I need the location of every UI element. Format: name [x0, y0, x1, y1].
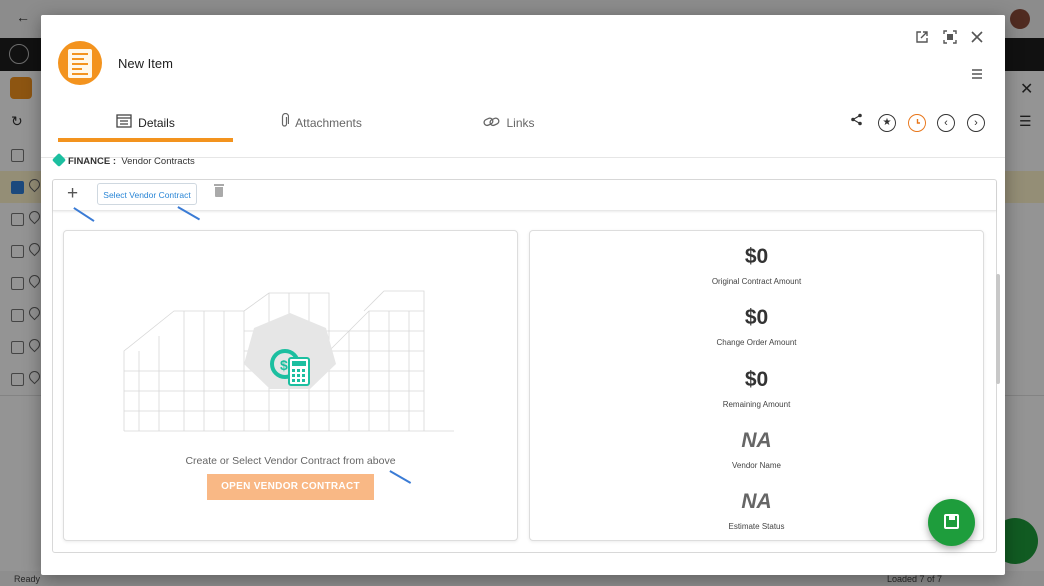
active-tab-indicator	[58, 138, 233, 142]
tab-details-label: Details	[138, 116, 175, 130]
fullscreen-icon[interactable]	[941, 30, 959, 48]
vendor-report-logo-icon	[58, 41, 102, 85]
open-vendor-contract-button[interactable]: OPEN VENDOR CONTRACT	[207, 474, 374, 500]
contract-summary-card: $0 Original Contract Amount $0 Change Or…	[529, 230, 984, 541]
modal-header: New Item	[41, 15, 1005, 101]
empty-state-card: $ Create or Select Vendor Contract from …	[63, 230, 518, 541]
tab-links[interactable]: Links	[459, 101, 559, 141]
change-order-amount-label: Change Order Amount	[716, 338, 797, 347]
save-icon	[944, 514, 959, 529]
panel-toolbar: + Select Vendor Contract	[53, 180, 996, 211]
close-icon[interactable]	[968, 30, 986, 48]
next-record-icon[interactable]: ›	[967, 114, 985, 132]
estimate-status-value: NA	[741, 490, 772, 513]
finance-icon	[51, 152, 67, 168]
modal-title: New Item	[118, 56, 173, 71]
link-icon	[483, 102, 500, 146]
building-illustration-icon: $	[123, 290, 454, 432]
delete-icon[interactable]	[214, 184, 224, 197]
breadcrumb-module: FINANCE :	[68, 156, 117, 167]
tab-links-label: Links	[506, 116, 535, 130]
tab-attachments[interactable]: Attachments	[271, 101, 371, 141]
svg-text:$: $	[280, 357, 288, 373]
vendor-name-value: NA	[741, 429, 772, 452]
estimate-status-label: Estimate Status	[728, 522, 785, 531]
empty-state-message: Create or Select Vendor Contract from ab…	[185, 455, 396, 467]
paperclip-icon	[280, 102, 290, 146]
change-order-amount-value: $0	[744, 306, 769, 329]
tab-details[interactable]: Details	[58, 101, 233, 141]
vendor-name-label: Vendor Name	[732, 461, 781, 470]
save-button[interactable]	[928, 499, 975, 546]
add-icon[interactable]: +	[67, 183, 78, 205]
previous-record-icon[interactable]: ‹	[937, 114, 955, 132]
original-contract-amount-label: Original Contract Amount	[711, 277, 802, 286]
vendor-contract-panel: + Select Vendor Contract $ Create or Sel…	[52, 179, 997, 553]
remaining-amount-label: Remaining Amount	[722, 400, 791, 409]
select-vendor-contract-button[interactable]: Select Vendor Contract	[97, 183, 197, 205]
tab-attachments-label: Attachments	[295, 116, 362, 130]
new-item-modal: New Item Details Attachments Links ★ ‹ ›…	[41, 15, 1005, 575]
hamburger-menu-icon[interactable]	[968, 67, 986, 85]
timer-icon[interactable]	[908, 114, 926, 132]
original-contract-amount-value: $0	[744, 245, 769, 268]
breadcrumb-page: Vendor Contracts	[121, 156, 195, 167]
tab-bar: Details Attachments Links ★ ‹ ›	[41, 101, 1005, 158]
scrollbar[interactable]	[996, 274, 1000, 384]
remaining-amount-value: $0	[744, 368, 769, 391]
star-icon[interactable]: ★	[878, 114, 896, 132]
share-icon[interactable]	[847, 113, 865, 131]
breadcrumb: FINANCE : Vendor Contracts	[51, 152, 195, 168]
open-external-icon[interactable]	[913, 30, 931, 48]
